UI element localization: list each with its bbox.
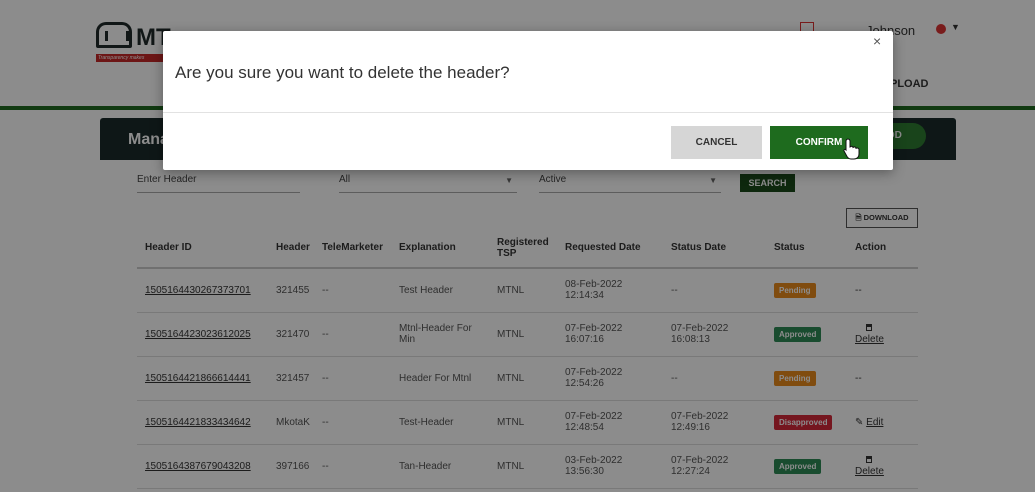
dialog-message: Are you sure you want to delete the head…: [175, 63, 510, 82]
close-icon[interactable]: ×: [873, 33, 881, 49]
divider: [163, 112, 893, 113]
hand-pointer-icon: [843, 138, 860, 160]
delete-confirm-dialog: × Are you sure you want to delete the he…: [163, 31, 893, 170]
cancel-button[interactable]: CANCEL: [671, 126, 762, 159]
